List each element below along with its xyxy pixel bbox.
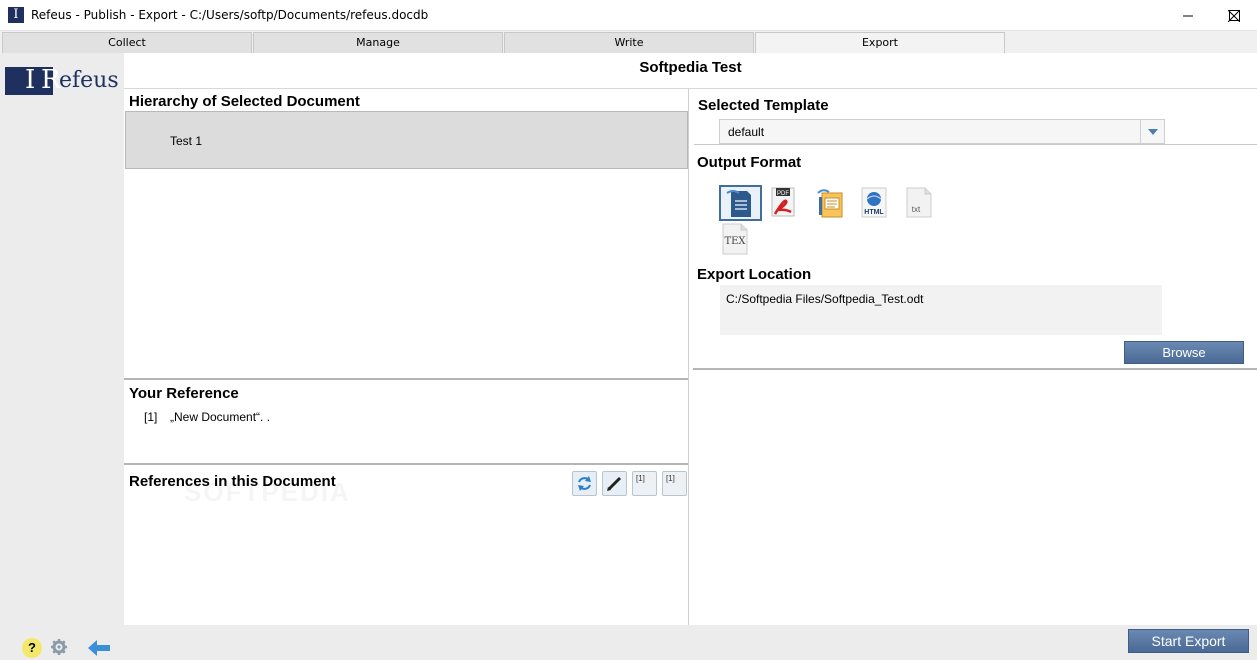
refresh-icon: [578, 476, 591, 491]
presentation-icon[interactable]: [809, 185, 849, 221]
column-divider: [688, 89, 689, 625]
start-export-button[interactable]: Start Export: [1128, 629, 1249, 653]
pdf-icon[interactable]: PDF: [764, 185, 804, 221]
reference-text[interactable]: „New Document“. .: [170, 410, 270, 424]
reference-number: [1]: [144, 410, 158, 424]
insert-reference-button[interactable]: [1]: [632, 471, 657, 496]
hierarchy-item[interactable]: Test 1: [170, 134, 202, 148]
template-select[interactable]: default: [719, 119, 1165, 144]
tab-export[interactable]: Export: [755, 32, 1005, 53]
template-select-value: default: [728, 125, 765, 139]
window-title: Refeus - Publish - Export - C:/Users/sof…: [31, 8, 429, 22]
footer-bar: Start Export: [124, 625, 1257, 660]
html-icon[interactable]: HTML: [854, 185, 894, 221]
help-icon[interactable]: ?: [22, 638, 42, 658]
close-button[interactable]: [1211, 0, 1257, 31]
insert-reference-alt-label: [1]: [666, 474, 675, 483]
chevron-down-icon[interactable]: [1140, 120, 1164, 143]
watermark: SOFTPEDIA: [184, 477, 351, 508]
refresh-button[interactable]: [572, 471, 597, 496]
app-icon: I: [8, 7, 24, 23]
hierarchy-divider: [124, 378, 688, 380]
svg-text:HTML: HTML: [864, 209, 884, 216]
gear-icon[interactable]: [50, 638, 68, 656]
txt-icon[interactable]: txt: [899, 185, 939, 221]
export-path-value: C:/Softpedia Files/Softpedia_Test.odt: [726, 292, 924, 306]
edit-button[interactable]: [602, 471, 627, 496]
export-location-heading: Export Location: [697, 266, 812, 283]
odt-icon[interactable]: [719, 185, 762, 221]
title-divider: [124, 88, 1257, 89]
your-reference-heading: Your Reference: [129, 385, 239, 402]
tab-write[interactable]: Write: [504, 32, 754, 53]
svg-text:TEX: TEX: [724, 236, 746, 247]
export-divider: [693, 368, 1257, 370]
main-panel: Softpedia Test Hierarchy of Selected Doc…: [124, 53, 1257, 625]
browse-button[interactable]: Browse: [1124, 341, 1244, 364]
close-icon: [1228, 9, 1240, 22]
reference-divider: [124, 463, 688, 465]
sidebar: I R efeus ?: [0, 53, 124, 660]
logo-wordmark: efeus: [59, 68, 119, 93]
tab-bar: Collect Manage Write Export: [0, 31, 1257, 53]
hierarchy-heading: Hierarchy of Selected Document: [129, 93, 360, 110]
pencil-icon: [607, 476, 622, 491]
logo-mark-letter: I: [25, 65, 36, 95]
hierarchy-tree[interactable]: Test 1: [125, 111, 688, 169]
tab-collect[interactable]: Collect: [2, 32, 252, 53]
title-bar: I Refeus - Publish - Export - C:/Users/s…: [0, 0, 1257, 31]
back-arrow-icon[interactable]: [88, 640, 110, 656]
template-divider: [694, 144, 1257, 145]
refeus-logo: I R efeus: [5, 65, 119, 97]
logo-letter: R: [41, 65, 61, 95]
svg-text:txt: txt: [912, 205, 921, 214]
sidebar-bottom-icons: ?: [0, 636, 124, 660]
output-format-heading: Output Format: [697, 154, 802, 171]
svg-text:PDF: PDF: [777, 191, 789, 197]
insert-reference-alt-button[interactable]: [1]: [662, 471, 687, 496]
tex-icon[interactable]: TEX: [719, 221, 759, 257]
document-title: Softpedia Test: [639, 59, 742, 76]
template-heading: Selected Template: [698, 97, 829, 114]
insert-reference-label: [1]: [636, 474, 645, 483]
tab-manage[interactable]: Manage: [253, 32, 503, 53]
maximize-button-alt: [1165, 0, 1211, 31]
export-path-field[interactable]: C:/Softpedia Files/Softpedia_Test.odt: [720, 285, 1162, 335]
